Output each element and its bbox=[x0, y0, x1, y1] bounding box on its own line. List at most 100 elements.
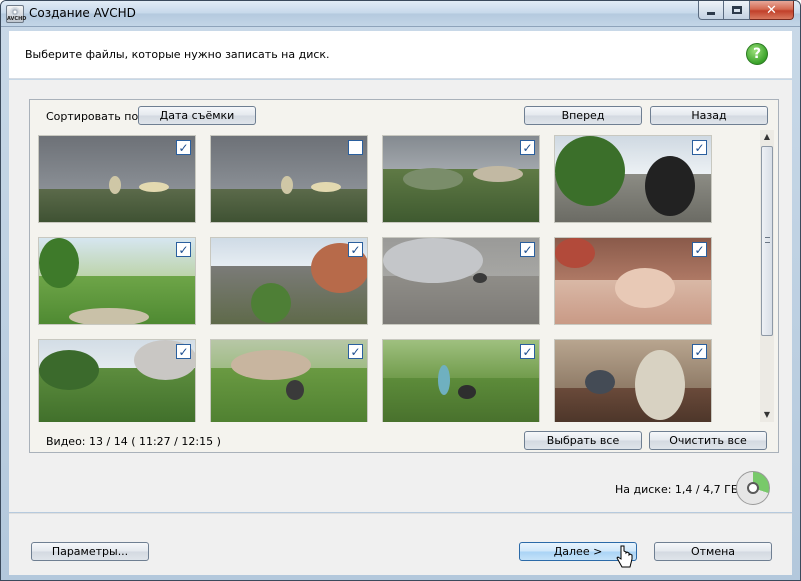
window-controls: ✕ bbox=[698, 1, 794, 20]
disk-usage-text: На диске: 1,4 / 4,7 ГБ bbox=[615, 483, 739, 496]
minimize-icon bbox=[707, 12, 715, 15]
video-thumbnail[interactable]: ✓ bbox=[38, 339, 196, 422]
checkmark-icon: ✓ bbox=[522, 140, 533, 155]
thumbnail-checkbox[interactable]: ✓ bbox=[176, 140, 191, 155]
thumbnail-detail bbox=[139, 182, 169, 192]
thumbnail-detail bbox=[458, 385, 476, 399]
thumbnail-detail bbox=[39, 238, 79, 288]
sort-label: Сортировать по: bbox=[46, 110, 142, 123]
thumbnail-detail bbox=[645, 156, 695, 216]
title-bar[interactable]: AVCHD Создание AVCHD ✕ bbox=[1, 1, 800, 27]
thumbnail-image-bottom bbox=[383, 276, 539, 324]
thumbnail-checkbox[interactable]: ✓ bbox=[176, 344, 191, 359]
thumbnail-image-bottom bbox=[555, 388, 711, 422]
thumbnail-detail bbox=[555, 136, 625, 206]
mouse-cursor-icon bbox=[616, 545, 633, 568]
file-selection-panel: Сортировать по: Дата съёмки Вперед Назад… bbox=[29, 99, 779, 453]
thumbnail-detail bbox=[635, 350, 685, 420]
disk-usage-icon bbox=[736, 471, 770, 505]
video-thumbnail[interactable]: ✓ bbox=[382, 135, 540, 223]
thumbnail-checkbox[interactable]: ✓ bbox=[348, 344, 363, 359]
checkmark-icon: ✓ bbox=[694, 242, 705, 257]
footer-bar: Параметры... Далее > Отмена bbox=[9, 513, 792, 575]
video-thumbnail[interactable]: ✓ bbox=[38, 237, 196, 325]
video-thumbnail[interactable]: ✓ bbox=[38, 135, 196, 223]
checkmark-icon: ✓ bbox=[350, 242, 361, 257]
thumbnail-detail bbox=[39, 350, 99, 390]
thumbnail-checkbox[interactable]: ✓ bbox=[520, 140, 535, 155]
close-icon: ✕ bbox=[766, 2, 777, 18]
thumbnail-detail bbox=[69, 308, 149, 324]
thumbnail-image-bottom bbox=[39, 189, 195, 222]
clear-all-button[interactable]: Очистить все bbox=[649, 431, 767, 450]
instruction-text: Выберите файлы, которые нужно записать н… bbox=[25, 48, 330, 61]
thumbnail-detail bbox=[585, 370, 615, 394]
thumbnail-image-top bbox=[383, 340, 539, 380]
checkmark-icon: ✓ bbox=[178, 242, 189, 257]
video-thumbnail[interactable]: ✓ bbox=[554, 237, 712, 325]
video-thumbnail[interactable] bbox=[210, 135, 368, 223]
video-thumbnail[interactable]: ✓ bbox=[382, 339, 540, 422]
thumbnail-checkbox[interactable]: ✓ bbox=[520, 242, 535, 257]
thumbnail-checkbox[interactable]: ✓ bbox=[348, 242, 363, 257]
settings-button[interactable]: Параметры... bbox=[31, 542, 149, 561]
scroll-up-icon[interactable]: ▲ bbox=[760, 130, 774, 144]
thumbnail-image-bottom bbox=[383, 378, 539, 422]
thumbnail-checkbox[interactable]: ✓ bbox=[692, 242, 707, 257]
video-thumbnail[interactable]: ✓ bbox=[554, 135, 712, 223]
disk-hole bbox=[747, 482, 759, 494]
thumbnail-image-bottom bbox=[211, 189, 367, 222]
window-title: Создание AVCHD bbox=[29, 6, 136, 20]
forward-button[interactable]: Вперед bbox=[524, 106, 642, 125]
thumbnail-detail bbox=[281, 176, 293, 194]
content-area: Сортировать по: Дата съёмки Вперед Назад… bbox=[9, 80, 792, 512]
thumbnail-checkbox[interactable]: ✓ bbox=[176, 242, 191, 257]
thumbnail-detail bbox=[231, 350, 311, 380]
checkmark-icon: ✓ bbox=[178, 140, 189, 155]
thumbnail-detail bbox=[286, 380, 304, 400]
thumbnail-detail bbox=[403, 168, 463, 190]
avchd-disc-icon: AVCHD bbox=[6, 5, 27, 23]
maximize-button[interactable] bbox=[724, 1, 750, 20]
video-thumbnail[interactable]: ✓ bbox=[210, 339, 368, 422]
cancel-button[interactable]: Отмена bbox=[654, 542, 772, 561]
thumbnail-grid: ✓ ✓ ✓ ✓ ✓ ✓ ✓ ✓ ✓ ✓ ✓ bbox=[34, 130, 757, 422]
thumbnail-detail bbox=[473, 273, 487, 283]
thumbnail-detail bbox=[615, 268, 675, 308]
checkmark-icon: ✓ bbox=[522, 344, 533, 359]
minimize-button[interactable] bbox=[698, 1, 724, 20]
thumbnail-checkbox[interactable]: ✓ bbox=[692, 140, 707, 155]
app-icon-label: AVCHD bbox=[7, 16, 27, 22]
scroll-down-icon[interactable]: ▼ bbox=[760, 408, 774, 422]
vertical-scrollbar[interactable]: ▲ ▼ bbox=[760, 130, 774, 422]
select-all-button[interactable]: Выбрать все bbox=[524, 431, 642, 450]
thumbnail-image-top bbox=[555, 340, 711, 390]
app-window: AVCHD Создание AVCHD ✕ Выберите файлы, к… bbox=[0, 0, 801, 581]
sort-by-date-button[interactable]: Дата съёмки bbox=[138, 106, 256, 125]
thumbnail-detail bbox=[311, 182, 341, 192]
thumbnail-checkbox[interactable] bbox=[348, 140, 363, 155]
thumbnail-checkbox[interactable]: ✓ bbox=[520, 344, 535, 359]
scroll-grip-icon bbox=[765, 237, 770, 243]
scroll-thumb[interactable] bbox=[761, 146, 773, 336]
thumbnail-detail bbox=[473, 166, 523, 182]
checkmark-icon: ✓ bbox=[350, 344, 361, 359]
maximize-icon bbox=[731, 6, 742, 14]
video-thumbnail[interactable]: ✓ bbox=[382, 237, 540, 325]
thumbnail-checkbox[interactable]: ✓ bbox=[692, 344, 707, 359]
thumbnail-detail bbox=[438, 365, 450, 395]
checkmark-icon: ✓ bbox=[694, 344, 705, 359]
close-button[interactable]: ✕ bbox=[750, 1, 794, 20]
video-summary: Видео: 13 / 14 ( 11:27 / 12:15 ) bbox=[46, 435, 221, 448]
checkmark-icon: ✓ bbox=[694, 140, 705, 155]
video-thumbnail[interactable]: ✓ bbox=[210, 237, 368, 325]
help-icon[interactable]: ? bbox=[746, 43, 768, 65]
thumbnail-detail bbox=[109, 176, 121, 194]
back-button[interactable]: Назад bbox=[650, 106, 768, 125]
video-thumbnail[interactable]: ✓ bbox=[554, 339, 712, 422]
thumbnail-detail bbox=[251, 283, 291, 323]
thumbnail-detail bbox=[555, 238, 595, 268]
checkmark-icon: ✓ bbox=[178, 344, 189, 359]
checkmark-icon: ✓ bbox=[522, 242, 533, 257]
thumbnail-detail bbox=[383, 238, 483, 283]
